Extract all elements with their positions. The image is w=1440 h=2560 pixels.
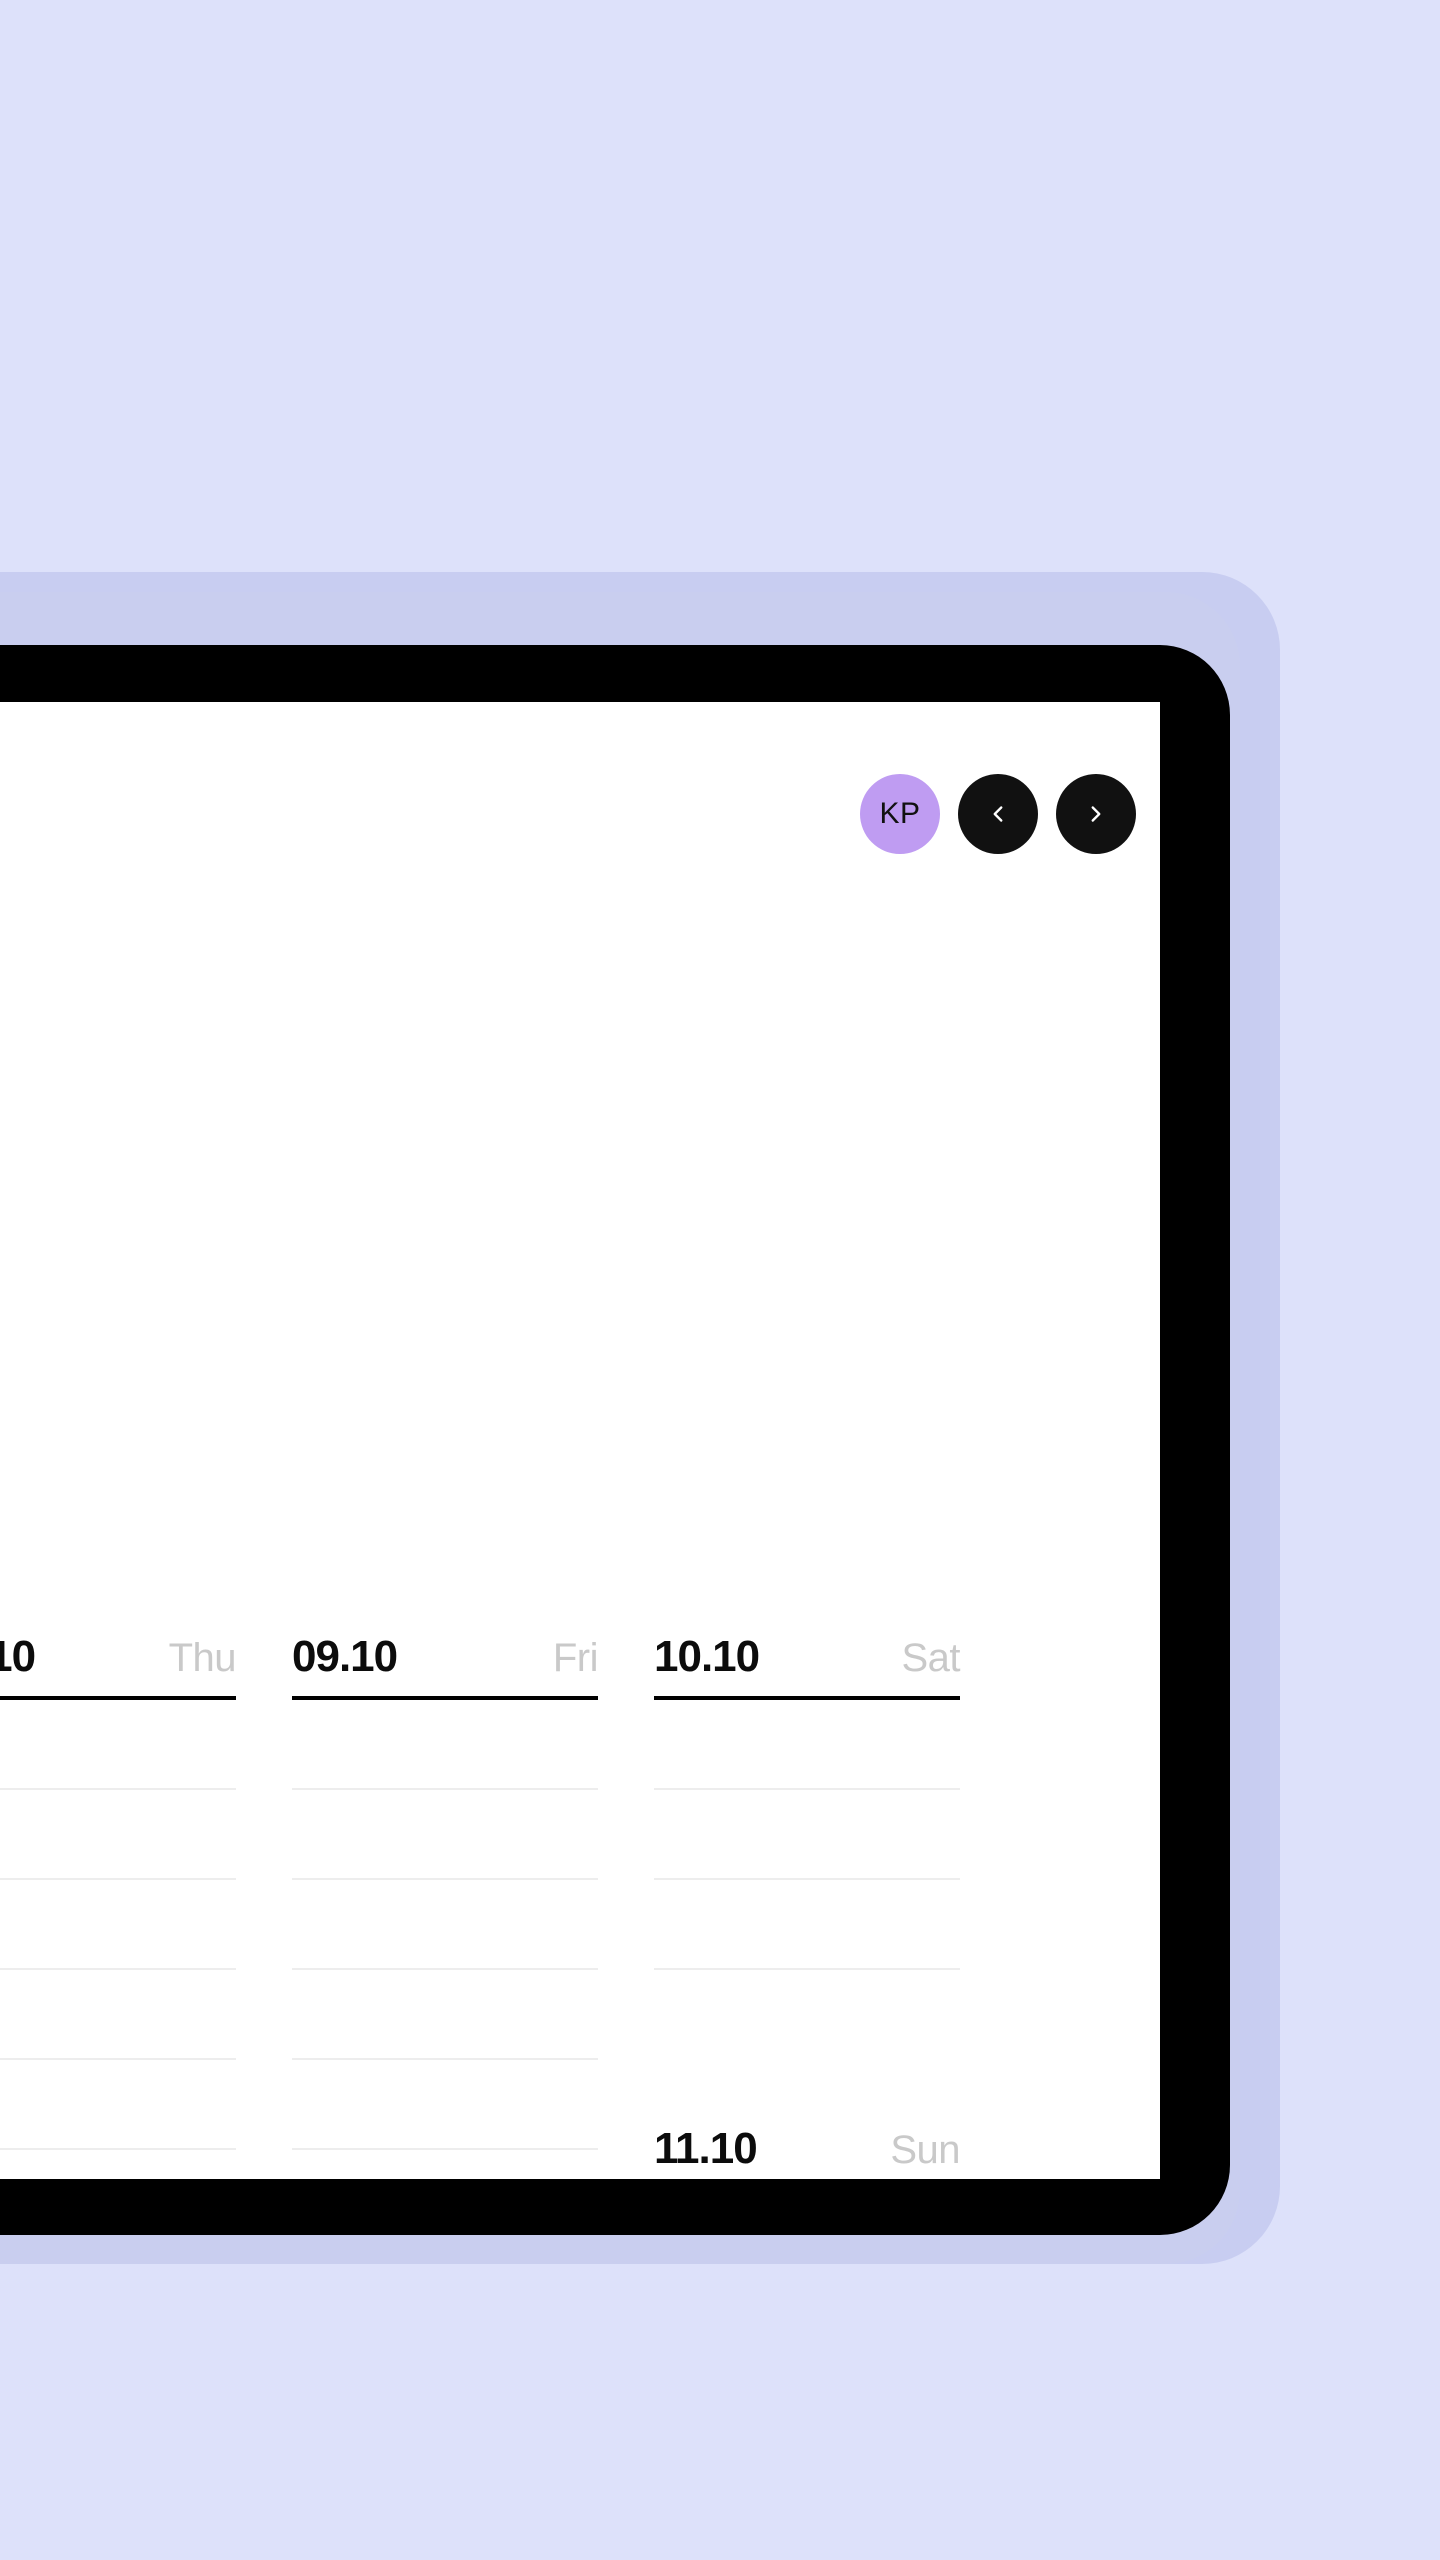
time-slot[interactable] — [654, 1880, 960, 1970]
time-slot[interactable] — [292, 1700, 598, 1790]
day-slots — [0, 1700, 236, 2179]
day-date: 08.10 — [0, 1632, 36, 1681]
time-slot[interactable] — [292, 1790, 598, 1880]
time-slot[interactable] — [292, 1880, 598, 1970]
time-slot[interactable] — [292, 1970, 598, 2060]
calendar-grid: d — [0, 1632, 1160, 2179]
time-slot[interactable] — [0, 2150, 236, 2179]
tablet-screen: KP 0 Thu 09.10 Fri 10.10 Sat 11.10 Sun — [0, 702, 1160, 2179]
day-header: 08.10 Thu — [0, 1632, 237, 1700]
day-date: 11.10 — [654, 2124, 758, 2173]
time-slot[interactable] — [654, 1700, 960, 1790]
time-slot[interactable] — [0, 1790, 236, 1880]
day-column-sat-sun[interactable]: 10.10 Sat 11.10 Sun 09:30 Marathon — [626, 1632, 988, 2179]
day-weekday: Thu — [168, 1636, 237, 1680]
day-header: 10.10 Sat — [654, 1632, 960, 1700]
day-slots — [654, 1700, 960, 2060]
day-weekday: Fri — [552, 1636, 599, 1680]
prev-week-button[interactable] — [958, 774, 1038, 854]
day-column-fri[interactable]: 09.10 Fri — [264, 1632, 626, 2179]
time-slot[interactable] — [0, 1970, 236, 2060]
next-week-button[interactable] — [1056, 774, 1136, 854]
time-slot[interactable] — [654, 1790, 960, 1880]
time-slot[interactable] — [292, 2150, 598, 2179]
day-weekday: Sat — [901, 1636, 960, 1680]
time-slot[interactable] — [0, 2060, 236, 2150]
day-weekday: Sun — [890, 2128, 960, 2172]
chevron-right-icon — [1083, 801, 1109, 827]
day-date: 10.10 — [654, 1632, 760, 1681]
day-header: 11.10 Sun — [654, 2124, 960, 2179]
time-slot[interactable] — [654, 1970, 960, 2060]
time-slot[interactable] — [0, 1700, 236, 1790]
time-slot[interactable] — [0, 1880, 236, 1970]
day-column-thu[interactable]: 08.10 Thu — [0, 1632, 264, 2179]
topbar: KP — [860, 774, 1136, 854]
day-slots — [292, 1700, 598, 2179]
chevron-left-icon — [985, 801, 1011, 827]
day-header: 09.10 Fri — [292, 1632, 599, 1700]
time-slot[interactable] — [292, 2060, 598, 2150]
page-root: KP 0 Thu 09.10 Fri 10.10 Sat 11.10 Sun — [0, 0, 1440, 2560]
avatar[interactable]: KP — [860, 774, 940, 854]
day-date: 09.10 — [292, 1632, 398, 1681]
